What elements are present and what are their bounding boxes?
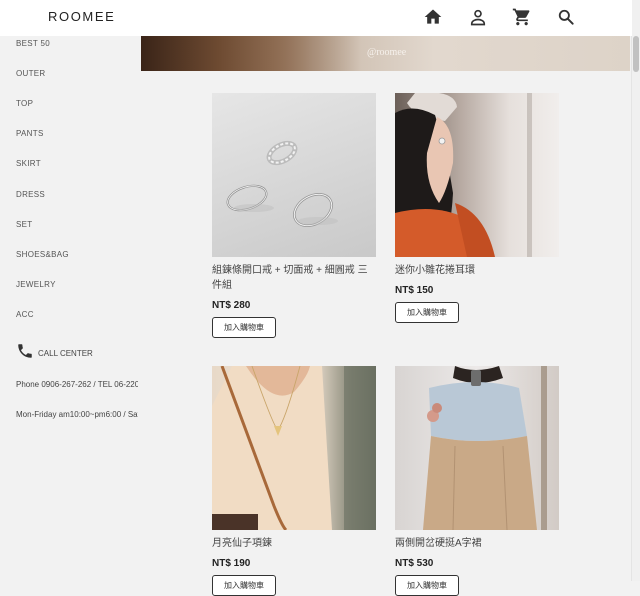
phone-icon bbox=[16, 342, 34, 365]
product-price: NT$ 530 bbox=[395, 558, 434, 569]
product-image[interactable] bbox=[395, 366, 559, 530]
necklace-model-photo bbox=[212, 366, 376, 530]
product-name[interactable]: 兩側開岔硬挺A字裙 bbox=[395, 536, 559, 551]
banner-image: @roomee bbox=[141, 36, 630, 71]
sidebar-item-jewelry[interactable]: JEWELRY bbox=[16, 280, 56, 289]
add-to-cart-button[interactable]: 加入購物車 bbox=[395, 575, 459, 596]
sidebar-item-set[interactable]: SET bbox=[16, 220, 32, 229]
scrollbar-thumb[interactable] bbox=[633, 36, 639, 72]
product-price: NT$ 150 bbox=[395, 285, 434, 296]
add-to-cart-button[interactable]: 加入購物車 bbox=[395, 302, 459, 323]
cart-icon[interactable] bbox=[512, 7, 532, 27]
product-name[interactable]: 組鍊條開口戒 + 切面戒 + 細圓戒 三件組 bbox=[212, 263, 376, 293]
product-price: NT$ 190 bbox=[212, 558, 251, 569]
product-price: NT$ 280 bbox=[212, 300, 251, 311]
sidebar-item-dress[interactable]: DRESS bbox=[16, 190, 45, 199]
sidebar-item-pants[interactable]: PANTS bbox=[16, 129, 44, 138]
earring-model-photo bbox=[395, 93, 532, 257]
sidebar-item-shoesbag[interactable]: SHOES&BAG bbox=[16, 250, 69, 259]
product-image[interactable] bbox=[212, 366, 376, 530]
business-hours: Mon-Friday am10:00~pm6:00 / Sat.S bbox=[16, 410, 138, 419]
account-icon[interactable] bbox=[468, 7, 488, 27]
sidebar-item-acc[interactable]: ACC bbox=[16, 310, 34, 319]
product-card: 迷你小雛花捲耳環 NT$ 150 加入購物車 bbox=[395, 93, 559, 323]
call-center-link[interactable]: CALL CENTER bbox=[16, 342, 93, 365]
sidebar-item-top[interactable]: TOP bbox=[16, 99, 33, 108]
add-to-cart-button[interactable]: 加入購物車 bbox=[212, 317, 276, 338]
home-icon[interactable] bbox=[423, 7, 443, 27]
skirt-model-photo bbox=[423, 366, 547, 530]
product-name[interactable]: 迷你小雛花捲耳環 bbox=[395, 263, 559, 278]
banner-watermark: @roomee bbox=[367, 47, 407, 58]
product-image[interactable] bbox=[395, 93, 559, 257]
product-card: 組鍊條開口戒 + 切面戒 + 細圓戒 三件組 NT$ 280 加入購物車 bbox=[212, 93, 376, 338]
scrollbar[interactable] bbox=[631, 0, 640, 581]
phone-info: Phone 0906-267-262 / TEL 06-2207 bbox=[16, 380, 138, 389]
add-to-cart-button[interactable]: 加入購物車 bbox=[212, 575, 276, 596]
sidebar-item-skirt[interactable]: SKIRT bbox=[16, 159, 41, 168]
product-card: 月亮仙子項鍊 NT$ 190 加入購物車 bbox=[212, 366, 376, 596]
sidebar: BEST 50 OUTER TOP PANTS SKIRT DRESS SET … bbox=[0, 36, 140, 581]
product-image[interactable] bbox=[212, 93, 376, 257]
banner-bag-photo bbox=[141, 36, 361, 71]
call-center-label: CALL CENTER bbox=[38, 349, 93, 358]
product-name[interactable]: 月亮仙子項鍊 bbox=[212, 536, 376, 551]
search-icon[interactable] bbox=[556, 7, 576, 27]
sidebar-item-best50[interactable]: BEST 50 bbox=[16, 39, 50, 48]
product-card: 兩側開岔硬挺A字裙 NT$ 530 加入購物車 bbox=[395, 366, 559, 596]
header: ROOMEE bbox=[0, 0, 632, 36]
logo[interactable]: ROOMEE bbox=[48, 9, 115, 24]
sidebar-item-outer[interactable]: OUTER bbox=[16, 69, 46, 78]
rings-photo bbox=[226, 140, 338, 228]
